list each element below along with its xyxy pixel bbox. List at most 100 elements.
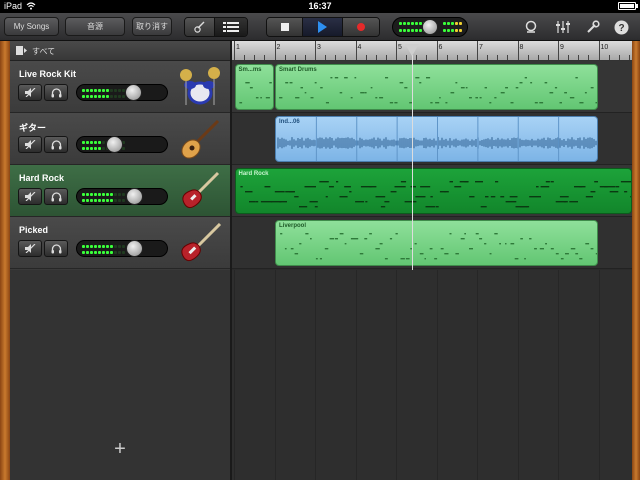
ruler-tick <box>385 55 387 60</box>
record-button[interactable] <box>343 18 379 36</box>
ruler-tick <box>466 55 468 60</box>
region-notes <box>239 181 631 208</box>
ruler-tick <box>517 41 519 60</box>
ruler-tick <box>284 55 286 60</box>
solo-button[interactable] <box>44 84 68 101</box>
track-volume-slider[interactable] <box>76 240 168 257</box>
acoustic-guitar-icon[interactable] <box>178 119 222 159</box>
undo-button[interactable]: 取り消す <box>132 17 172 36</box>
mute-icon <box>24 140 35 149</box>
mixer-button[interactable] <box>555 19 571 35</box>
bar-number: 10 <box>600 44 609 51</box>
playhead-handle[interactable] <box>405 44 420 56</box>
track-name: Live Rock Kit <box>19 69 77 79</box>
region-notes <box>279 77 597 104</box>
ruler-tick <box>345 55 347 60</box>
track-volume-slider[interactable] <box>76 188 168 205</box>
timeline-empty-area <box>232 270 632 480</box>
clock: 16:37 <box>308 1 332 11</box>
my-songs-button[interactable]: My Songs <box>4 17 59 36</box>
all-tracks-icon[interactable] <box>16 46 27 55</box>
region[interactable]: Liverpool <box>275 220 598 266</box>
ruler-tick <box>568 55 570 60</box>
add-track-button[interactable]: + <box>110 439 130 459</box>
mute-icon <box>24 244 35 253</box>
battery-icon <box>618 2 636 10</box>
all-tracks-label: すべて <box>32 47 56 56</box>
bar-number: 2 <box>276 44 281 51</box>
electric-guitar-icon[interactable] <box>178 171 222 211</box>
solo-button[interactable] <box>44 188 68 205</box>
headphones-icon <box>51 87 61 97</box>
track-name: Hard Rock <box>19 173 65 183</box>
grid-line <box>598 270 600 480</box>
track-volume-slider[interactable] <box>76 84 168 101</box>
ruler-tick <box>426 55 428 60</box>
ruler-tick <box>477 41 478 60</box>
grid-line <box>355 270 357 480</box>
track-headers: すべて Live Rock Kit ギター Hard Rock Picked + <box>10 41 230 480</box>
track-header[interactable]: Live Rock Kit <box>10 61 230 113</box>
guitar-view-icon <box>193 21 204 33</box>
settings-button[interactable] <box>585 19 601 35</box>
help-button[interactable]: ? <box>613 19 629 35</box>
track-volume-slider[interactable] <box>76 136 168 153</box>
solo-button[interactable] <box>44 136 68 153</box>
mute-button[interactable] <box>18 84 42 101</box>
transport-controls <box>266 17 380 37</box>
ruler-tick <box>396 41 397 60</box>
play-button[interactable] <box>303 18 343 36</box>
track-volume-knob[interactable] <box>105 136 123 153</box>
mute-button[interactable] <box>18 136 42 153</box>
mute-button[interactable] <box>18 240 42 257</box>
drums-icon[interactable] <box>178 67 222 107</box>
mute-button[interactable] <box>18 188 42 205</box>
grid-line <box>234 270 235 480</box>
play-icon <box>318 21 327 33</box>
track-level-meter <box>82 193 125 196</box>
track-volume-knob[interactable] <box>126 240 144 257</box>
bar-number: 5 <box>398 44 402 51</box>
master-volume-slider[interactable] <box>392 17 468 37</box>
loop-button[interactable] <box>523 19 539 35</box>
bar-ruler[interactable]: 1 2 3 4 5 6 7 8 9 10 <box>232 41 632 61</box>
ruler-tick <box>487 55 489 60</box>
track-level-meter <box>82 89 125 92</box>
record-icon <box>357 23 365 31</box>
svg-text:?: ? <box>618 23 624 34</box>
region-name: Hard Rock <box>238 171 269 177</box>
track-volume-knob[interactable] <box>126 188 144 205</box>
bar-number: 8 <box>519 44 524 51</box>
stop-button[interactable] <box>267 18 303 36</box>
instrument-view-button[interactable] <box>185 18 215 36</box>
ruler-tick <box>608 55 610 60</box>
ruler-tick <box>618 55 620 60</box>
ruler-tick <box>294 55 296 60</box>
master-volume-knob[interactable] <box>422 19 438 35</box>
sound-button[interactable]: 音源 <box>65 17 125 36</box>
tracks-view-button[interactable] <box>215 18 247 36</box>
ruler-tick <box>244 55 246 60</box>
ruler-tick <box>507 55 509 60</box>
playhead-line <box>412 55 414 270</box>
region[interactable]: Hard Rock <box>234 168 632 214</box>
headphones-icon <box>51 139 61 149</box>
track-volume-knob[interactable] <box>124 84 142 101</box>
ruler-tick <box>588 55 590 60</box>
headphones-icon <box>51 191 61 201</box>
track-header[interactable]: Hard Rock <box>10 165 230 217</box>
grid-line <box>517 270 519 480</box>
region[interactable]: Ind...06 <box>275 116 598 162</box>
region[interactable]: Smart Drums <box>275 64 598 110</box>
solo-button[interactable] <box>44 240 68 257</box>
track-header[interactable]: ギター <box>10 113 230 165</box>
bar-number: 7 <box>479 44 483 51</box>
region[interactable]: Sm...ms <box>234 64 274 110</box>
ruler-tick <box>365 55 367 60</box>
ruler-tick <box>375 55 377 60</box>
bass-icon[interactable] <box>178 222 222 263</box>
grid-line <box>274 270 276 480</box>
all-tracks-bar: すべて <box>10 41 230 61</box>
track-header[interactable]: Picked <box>10 217 230 269</box>
ruler-tick <box>254 55 256 60</box>
